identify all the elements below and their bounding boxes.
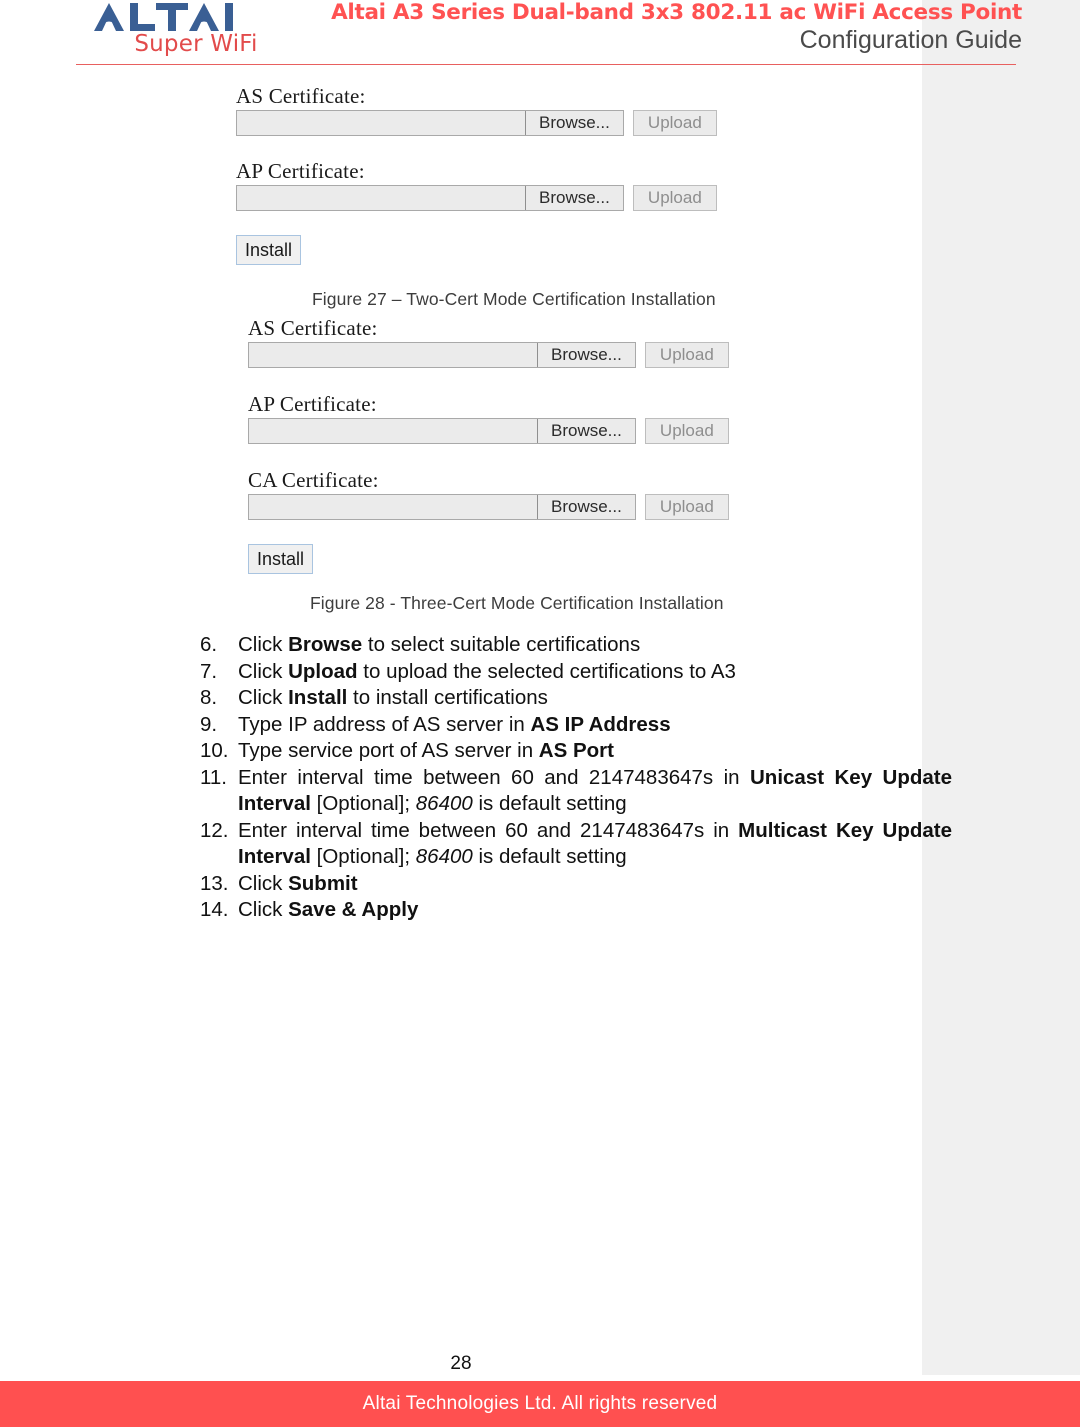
- step-number: 10.: [200, 739, 229, 762]
- ap-certificate-block-2: AP Certificate: Browse... Upload: [248, 392, 729, 444]
- as-certificate-file-input-2[interactable]: Browse...: [248, 342, 636, 368]
- step-text: Click Submit: [238, 871, 358, 895]
- as-certificate-upload-button-2[interactable]: Upload: [644, 342, 729, 368]
- ca-certificate-filename-field[interactable]: [249, 495, 537, 519]
- step-text: Enter interval time between 60 and 21474…: [238, 818, 952, 869]
- as-certificate-label-2: AS Certificate:: [248, 316, 378, 340]
- ca-certificate-row: Browse... Upload: [248, 494, 729, 520]
- header-titles: Altai A3 Series Dual-band 3x3 802.11 ac …: [331, 0, 1022, 56]
- figure-28-screenshot: AS Certificate: Browse... Upload AP Cert…: [248, 316, 729, 574]
- document-page: Super WiFi Altai A3 Series Dual-band 3x3…: [0, 0, 1080, 1427]
- procedure-step: 12. Enter interval time between 60 and 21…: [200, 818, 952, 871]
- header-divider: [76, 64, 1016, 65]
- figure-27-screenshot: AS Certificate: Browse... Upload AP Cert…: [236, 84, 717, 265]
- step-number: 11.: [200, 765, 227, 789]
- step-number: 7.: [200, 659, 218, 683]
- ap-certificate-block: AP Certificate: Browse... Upload: [236, 159, 717, 211]
- page-header: Super WiFi Altai A3 Series Dual-band 3x3…: [0, 0, 1080, 70]
- procedure-step: 9. Type IP address of AS server in AS IP …: [200, 712, 952, 739]
- ap-certificate-browse-button-2[interactable]: Browse...: [537, 419, 635, 443]
- procedure-step: 10. Type service port of AS server in AS …: [200, 738, 952, 765]
- procedure-step: 7. Click Upload to upload the selected ce…: [200, 659, 952, 686]
- figure-28-install-row: Install: [248, 544, 729, 574]
- figure-27-caption: Figure 27 – Two-Cert Mode Certification …: [312, 289, 716, 309]
- procedure-step: 14. Click Save & Apply: [200, 897, 952, 924]
- ap-certificate-upload-button-2[interactable]: Upload: [644, 418, 729, 444]
- ap-certificate-row-2: Browse... Upload: [248, 418, 729, 444]
- ap-certificate-row: Browse... Upload: [236, 185, 717, 211]
- as-certificate-label: AS Certificate:: [236, 84, 366, 108]
- install-button-2[interactable]: Install: [248, 544, 314, 574]
- step-number: 9.: [200, 712, 218, 736]
- procedure-step: 13. Click Submit: [200, 871, 952, 898]
- logo-tagline: Super WiFi: [134, 31, 258, 57]
- install-button[interactable]: Install: [236, 235, 302, 265]
- as-certificate-file-input[interactable]: Browse...: [236, 110, 624, 136]
- as-certificate-filename-field-2[interactable]: [249, 343, 537, 367]
- page-number: 28: [450, 1353, 472, 1374]
- procedure-step: 11. Enter interval time between 60 and 21…: [200, 765, 952, 818]
- ap-certificate-filename-field[interactable]: [237, 186, 525, 210]
- procedure-step: 6. Click Browse to select suitable certif…: [200, 632, 952, 659]
- step-number: 8.: [200, 686, 218, 709]
- step-number: 14.: [200, 898, 229, 921]
- footer-bar: Altai Technologies Ltd. All rights reser…: [0, 1381, 1080, 1427]
- ap-certificate-file-input[interactable]: Browse...: [236, 185, 624, 211]
- procedure-step-list: 6. Click Browse to select suitable certif…: [160, 632, 952, 924]
- procedure-step: 8. Click Install to install certification…: [200, 685, 952, 712]
- altai-logo: Super WiFi: [76, 2, 316, 56]
- as-certificate-filename-field[interactable]: [237, 111, 525, 135]
- step-text: Click Browse to select suitable certific…: [238, 633, 641, 656]
- ap-certificate-upload-button[interactable]: Upload: [632, 185, 717, 211]
- ca-certificate-upload-button[interactable]: Upload: [644, 494, 729, 520]
- ap-certificate-label: AP Certificate:: [236, 159, 365, 183]
- as-certificate-block: AS Certificate: Browse... Upload: [236, 84, 717, 136]
- ca-certificate-file-input[interactable]: Browse...: [248, 494, 636, 520]
- as-certificate-row: Browse... Upload: [236, 110, 717, 136]
- document-subtitle: Configuration Guide: [799, 26, 1022, 54]
- figure-27-install-row: Install: [236, 235, 717, 265]
- step-text: Type service port of AS server in AS Por…: [238, 739, 614, 762]
- footer-copyright: Altai Technologies Ltd. All rights reser…: [362, 1393, 718, 1414]
- ap-certificate-filename-field-2[interactable]: [249, 419, 537, 443]
- step-number: 6.: [200, 633, 218, 656]
- step-text: Click Upload to upload the selected cert…: [238, 659, 736, 683]
- altai-wordmark-icon: [94, 3, 233, 31]
- step-number: 12.: [200, 818, 229, 842]
- ap-certificate-browse-button[interactable]: Browse...: [525, 186, 623, 210]
- step-text: Click Install to install certifications: [238, 686, 548, 709]
- as-certificate-row-2: Browse... Upload: [248, 342, 729, 368]
- step-number: 13.: [200, 871, 229, 895]
- figure-28-caption: Figure 28 - Three-Cert Mode Certificatio…: [310, 593, 724, 613]
- step-text: Type IP address of AS server in AS IP Ad…: [238, 712, 671, 736]
- step-text: Enter interval time between 60 and 21474…: [238, 765, 952, 816]
- as-certificate-browse-button-2[interactable]: Browse...: [537, 343, 635, 367]
- ap-certificate-label-2: AP Certificate:: [248, 392, 377, 416]
- ap-certificate-file-input-2[interactable]: Browse...: [248, 418, 636, 444]
- ca-certificate-browse-button[interactable]: Browse...: [537, 495, 635, 519]
- as-certificate-browse-button[interactable]: Browse...: [525, 111, 623, 135]
- as-certificate-upload-button[interactable]: Upload: [632, 110, 717, 136]
- document-product-title: Altai A3 Series Dual-band 3x3 802.11 ac …: [331, 0, 1022, 25]
- step-text: Click Save & Apply: [238, 898, 419, 921]
- ca-certificate-block: CA Certificate: Browse... Upload: [248, 468, 729, 520]
- ca-certificate-label: CA Certificate:: [248, 468, 379, 492]
- as-certificate-block-2: AS Certificate: Browse... Upload: [248, 316, 729, 368]
